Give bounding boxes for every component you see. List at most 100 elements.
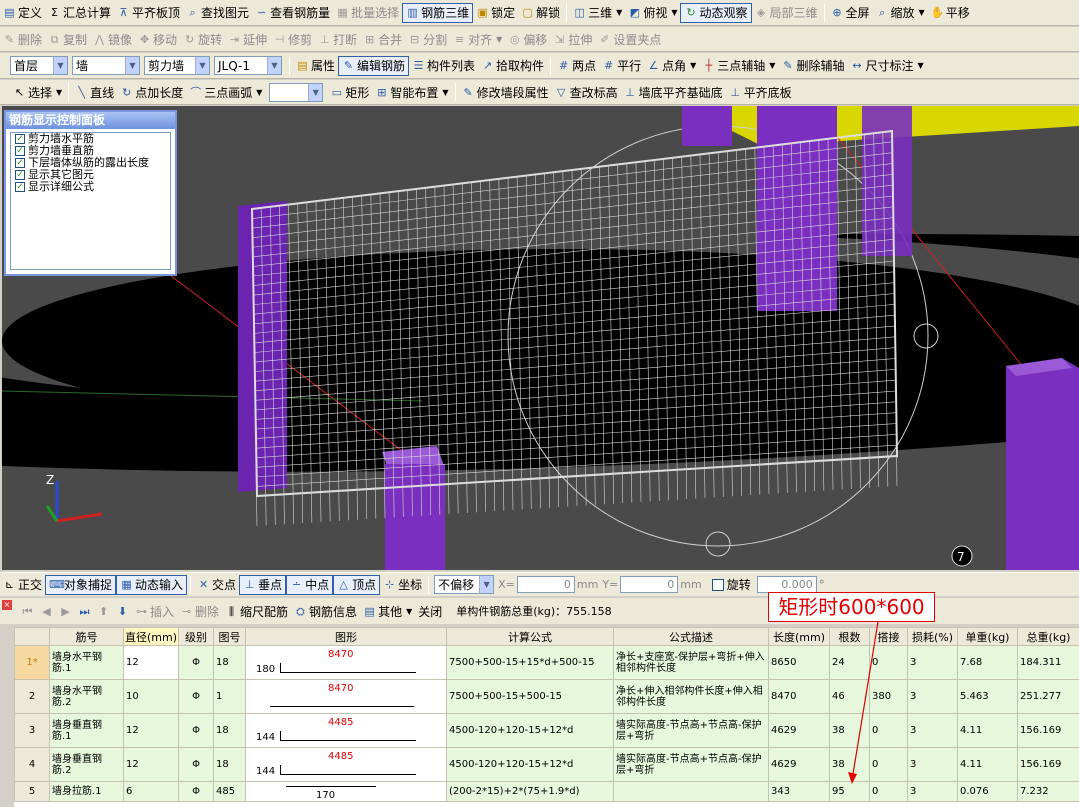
summary-calc-button[interactable]: Σ 汇总计算 — [45, 3, 114, 23]
point-length-button[interactable]: ↻ 点加长度 — [117, 82, 186, 102]
line-button[interactable]: ╲ 直线 — [72, 82, 117, 102]
table-row[interactable]: 3 墙身垂直钢筋.1 12 Φ 18 144 4485 4500-120+120-15+12*… — [14, 713, 1079, 748]
x-input[interactable]: 0 — [516, 576, 575, 593]
column-header[interactable]: 公式描述 — [613, 627, 769, 646]
cell-total-weight[interactable]: 156.169 — [1017, 713, 1079, 748]
snap-midpoint[interactable]: ∸ 中点 — [286, 574, 334, 595]
align-dropdown[interactable]: ≡ 对齐 ▼ — [450, 29, 505, 49]
column-header[interactable]: 损耗(%) — [907, 627, 958, 646]
cell-lap[interactable]: 0 — [869, 713, 908, 748]
arc-option-select[interactable]: ▼ — [269, 82, 324, 102]
column-header[interactable]: 图号 — [213, 627, 246, 646]
object-snap-toggle[interactable]: ⌨ 对象捕捉 — [45, 574, 117, 595]
column-header[interactable]: 根数 — [829, 627, 870, 646]
cell-loss[interactable]: 3 — [907, 747, 958, 782]
cell-length[interactable]: 343 — [768, 781, 830, 802]
column-header[interactable]: 级别 — [178, 627, 214, 646]
cell-formula[interactable]: 4500-120+120-15+12*d — [446, 713, 614, 748]
dimension-dropdown[interactable]: ↔ 尺寸标注 ▼ — [847, 56, 926, 76]
cell-diameter[interactable]: 10 — [123, 679, 179, 714]
split-button[interactable]: ⊟ 分割 — [405, 29, 450, 49]
smart-layout-dropdown[interactable]: ⊞ 智能布置 ▼ — [372, 82, 451, 102]
cell-count[interactable]: 46 — [829, 679, 870, 714]
cell-formula[interactable]: 7500+500-15+500-15 — [446, 679, 614, 714]
wall-bottom-align-button[interactable]: ⊥ 墙底平齐基础底 — [621, 82, 726, 102]
option-detail-formula[interactable]: ✓ 显示详细公式 — [11, 181, 170, 193]
cell-shape[interactable]: 144 4485 — [245, 713, 447, 748]
cell-unit-weight[interactable]: 4.11 — [957, 713, 1018, 748]
point-angle-dropdown[interactable]: ∠ 点角 ▼ — [644, 56, 699, 76]
move-down-button[interactable]: ⬇ — [113, 601, 132, 621]
cell-figure-no[interactable]: 18 — [213, 645, 246, 680]
snap-perpendicular[interactable]: ⊥ 垂点 — [239, 574, 287, 595]
cell-shape[interactable]: 8470 — [245, 679, 447, 714]
trim-button[interactable]: ⊣ 修剪 — [270, 29, 315, 49]
cell-figure-no[interactable]: 18 — [213, 713, 246, 748]
fullscreen-button[interactable]: ⊕ 全屏 — [828, 3, 873, 23]
cell-grade[interactable]: Φ — [178, 747, 214, 782]
view-rebar-qty-button[interactable]: ∽ 查看钢筋量 — [252, 3, 333, 23]
cell-figure-no[interactable]: 1 — [213, 679, 246, 714]
cell-count[interactable]: 38 — [829, 713, 870, 748]
align-slab-top-button[interactable]: ⊼ 平齐板顶 — [114, 3, 183, 23]
cell-shape[interactable]: 144 4485 — [245, 747, 447, 782]
modify-wall-attr-button[interactable]: ✎ 修改墙段属性 — [459, 82, 552, 102]
cell-total-weight[interactable]: 184.311 — [1017, 645, 1079, 680]
column-header[interactable]: 图形 — [245, 627, 447, 646]
unlock-button[interactable]: ▢ 解锁 — [518, 3, 563, 23]
batch-select-button[interactable]: ▦ 批量选择 — [333, 3, 402, 23]
cell-unit-weight[interactable]: 5.463 — [957, 679, 1018, 714]
edit-rebar-button[interactable]: ✎ 编辑钢筋 — [338, 55, 410, 76]
cell-total-weight[interactable]: 7.232 — [1017, 781, 1079, 802]
pick-component-button[interactable]: ↗ 拾取构件 — [478, 56, 547, 76]
cell-rebar-name[interactable]: 墙身垂直钢筋.1 — [49, 713, 124, 748]
prev-record-button[interactable]: ◀ — [37, 601, 56, 621]
column-header[interactable]: 长度(mm) — [768, 627, 830, 646]
snap-coordinate[interactable]: ⊹ 坐标 — [380, 575, 425, 595]
cell-count[interactable]: 38 — [829, 747, 870, 782]
three-point-axis-dropdown[interactable]: ┼ 三点辅轴 ▼ — [699, 56, 778, 76]
cell-total-weight[interactable]: 251.277 — [1017, 679, 1079, 714]
row-number[interactable]: 1* — [14, 645, 50, 680]
offset-select[interactable]: 不偏移 ▼ — [434, 575, 495, 594]
cell-count[interactable]: 24 — [829, 645, 870, 680]
cell-lap[interactable]: 0 — [869, 747, 908, 782]
cell-unit-weight[interactable]: 7.68 — [957, 645, 1018, 680]
cell-shape[interactable]: 170 — [245, 781, 447, 802]
cell-description[interactable]: 墙实际高度-节点高+节点高-保护层+弯折 — [613, 713, 769, 748]
cell-loss[interactable]: 3 — [907, 645, 958, 680]
offset-button[interactable]: ◎ 偏移 — [505, 29, 550, 49]
select-dropdown[interactable]: ↖ 选择 ▼ — [10, 82, 65, 102]
rebar-info-button[interactable]: ⛭ 钢筋信息 — [291, 601, 360, 621]
top-view-dropdown[interactable]: ◩ 俯视 ▼ — [625, 3, 680, 23]
cell-lap[interactable]: 0 — [869, 781, 908, 802]
delete-button[interactable]: ✎ 删除 — [0, 29, 45, 49]
delete-row-button[interactable]: ⊸ 删除 — [177, 601, 222, 621]
close-pane-icon[interactable]: × — [2, 600, 12, 610]
rectangle-button[interactable]: ▭ 矩形 — [327, 82, 372, 102]
cell-rebar-name[interactable]: 墙身水平钢筋.1 — [49, 645, 124, 680]
rotate-checkbox[interactable]: 旋转 — [708, 577, 751, 593]
cell-diameter[interactable]: 12 — [123, 713, 179, 748]
view-3d-dropdown[interactable]: ◫ 三维 ▼ — [570, 3, 625, 23]
align-slab-bottom-button[interactable]: ⊥ 平齐底板 — [726, 82, 795, 102]
column-header[interactable]: 筋号 — [49, 627, 124, 646]
stretch-button[interactable]: ⇲ 拉伸 — [550, 29, 595, 49]
subtype-select[interactable]: 剪力墙 ▼ — [144, 56, 210, 75]
scale-rebar-button[interactable]: ⫼ 缩尺配筋 — [222, 601, 291, 621]
local-3d-button[interactable]: ◈ 局部三维 — [752, 3, 821, 23]
cell-length[interactable]: 4629 — [768, 713, 830, 748]
floor-select[interactable]: 首层 ▼ — [10, 56, 68, 75]
y-input[interactable]: 0 — [620, 576, 679, 593]
cell-lap[interactable]: 380 — [869, 679, 908, 714]
cell-shape[interactable]: 180 8470 — [245, 645, 447, 680]
three-point-arc-dropdown[interactable]: ⌒ 三点画弧 ▼ — [186, 82, 265, 102]
column-header[interactable]: 单重(kg) — [957, 627, 1018, 646]
merge-button[interactable]: ⊞ 合并 — [360, 29, 405, 49]
define-button[interactable]: ▤ 定义 — [0, 3, 45, 23]
cell-loss[interactable]: 3 — [907, 679, 958, 714]
table-row[interactable]: 5 墙身拉筋.1 6 Φ 485 170 (200-2*15)+2*(75+1.9*d) 34… — [14, 781, 1079, 802]
snap-vertex[interactable]: △ 顶点 — [333, 574, 381, 595]
cell-diameter[interactable]: 6 — [123, 781, 179, 802]
insert-button[interactable]: ⊶ 插入 — [132, 601, 177, 621]
